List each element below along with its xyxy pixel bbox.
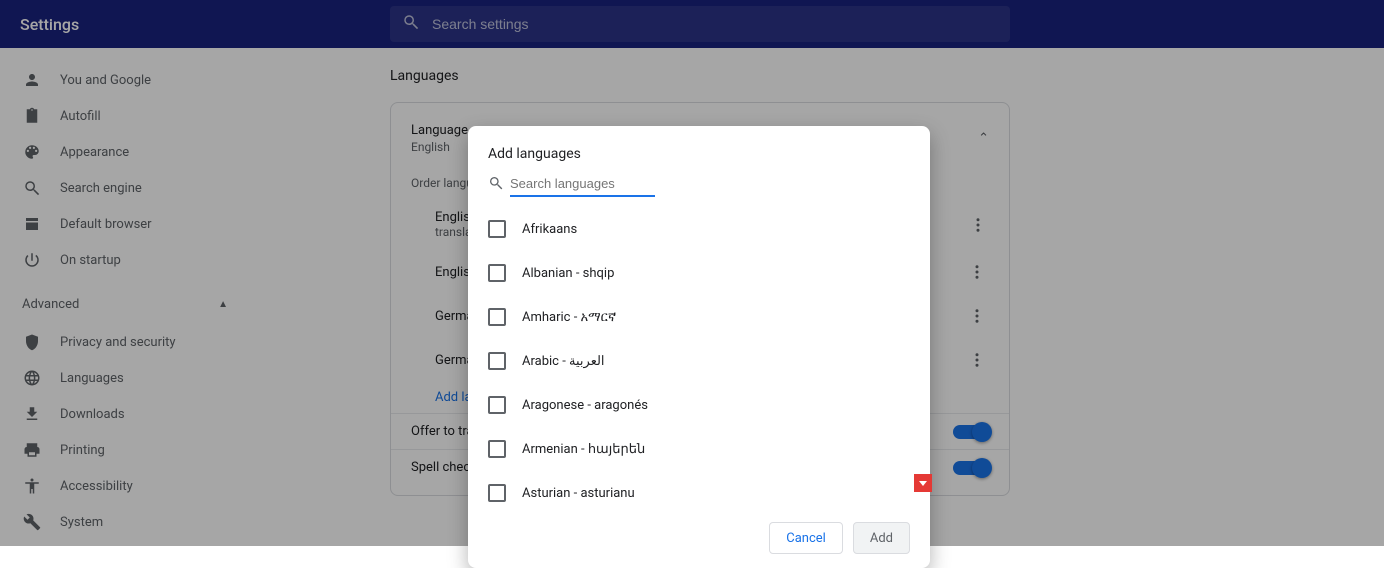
checkbox[interactable]: [488, 484, 506, 502]
checkbox[interactable]: [488, 352, 506, 370]
language-option-label: Aragonese - aragonés: [522, 398, 648, 413]
checkbox[interactable]: [488, 396, 506, 414]
language-option[interactable]: Arabic - العربية: [488, 339, 910, 383]
language-option[interactable]: Armenian - հայերեն: [488, 427, 910, 471]
checkbox[interactable]: [488, 308, 506, 326]
dialog-actions: Cancel Add: [468, 507, 930, 568]
add-button[interactable]: Add: [853, 522, 910, 554]
add-languages-dialog: Add languages Afrikaans Albanian - shqip…: [468, 126, 930, 568]
dialog-title: Add languages: [468, 126, 930, 172]
checkbox[interactable]: [488, 440, 506, 458]
language-options-list[interactable]: Afrikaans Albanian - shqip Amharic - አማር…: [468, 207, 930, 507]
dialog-search-row: [488, 172, 910, 197]
language-option-label: Afrikaans: [522, 222, 577, 237]
language-option-label: Arabic - العربية: [522, 354, 605, 369]
language-option[interactable]: Asturian - asturianu: [488, 471, 910, 507]
language-option[interactable]: Afrikaans: [488, 207, 910, 251]
language-search-input[interactable]: [510, 172, 655, 197]
language-option-label: Albanian - shqip: [522, 266, 614, 281]
checkbox[interactable]: [488, 220, 506, 238]
checkbox[interactable]: [488, 264, 506, 282]
language-option[interactable]: Amharic - አማርኛ: [488, 295, 910, 339]
language-option[interactable]: Aragonese - aragonés: [488, 383, 910, 427]
language-option[interactable]: Albanian - shqip: [488, 251, 910, 295]
cancel-button[interactable]: Cancel: [769, 522, 843, 554]
language-option-label: Asturian - asturianu: [522, 486, 635, 501]
language-option-label: Armenian - հայերեն: [522, 442, 645, 457]
search-icon: [488, 175, 504, 195]
language-option-label: Amharic - አማርኛ: [522, 310, 616, 325]
